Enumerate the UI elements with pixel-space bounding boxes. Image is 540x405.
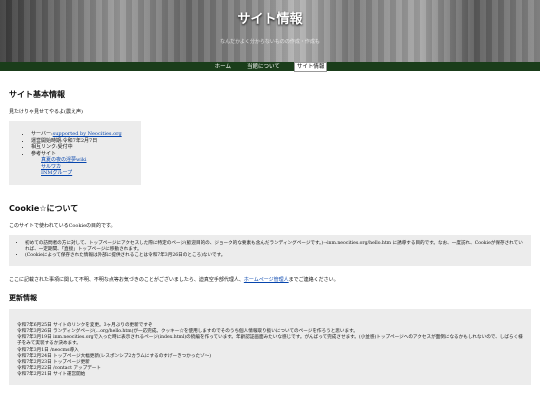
basic-info-heading: サイト基本情報 (9, 90, 65, 99)
admin-link[interactable]: ホームページ管理人 (244, 277, 289, 283)
page-title: サイト情報 (237, 12, 303, 27)
ref-link-saruwaka[interactable]: サルワカ (41, 164, 61, 170)
ref-link-inm-group[interactable]: INMグループ (41, 170, 72, 176)
cookie-box: 初めての訪問者の方に対して、トップページにアクセスした際に特定のページ(歓迎目的… (9, 234, 531, 266)
server-link[interactable]: supported by Neocities.org (53, 131, 122, 137)
main-content: サイト基本情報 見たけりゃ見せてやるよ(震え声) サーバー:supported … (0, 89, 540, 385)
ref-link-inm-wiki[interactable]: 真夏の夜の淫夢wiki (41, 157, 87, 163)
update-line: 令和7年3月19日 inm.neocities.orgで入った時に表示されるペー… (17, 335, 523, 347)
server-item: サーバー:supported by Neocities.org (31, 131, 129, 138)
cookie-intro: このサイトで使われているCookieの目的です。 (9, 222, 116, 229)
header-banner: サイト情報 なんだかよく分からないものの作成・作成も (0, 0, 540, 62)
nav-home[interactable]: ホーム (213, 63, 233, 71)
basic-info-intro: 見たけりゃ見せてやるよ(震え声) (9, 109, 83, 115)
nav-site-info[interactable]: サイト情報 (293, 61, 328, 72)
cookie-heading: Cookie☆について (9, 203, 79, 213)
header-subtitle: なんだかよく分からないものの作成・作成も (220, 39, 320, 45)
cookie-item: (Cookieによって保存された情報は外部に提供されることは令和7年3月26日の… (25, 253, 523, 259)
nav-about[interactable]: 当館について (245, 63, 282, 71)
basic-info-box: サーバー:supported by Neocities.org 運営開始時期:令… (9, 121, 141, 185)
contact-text: ここに記載された事項に関して不明、不明な点等お気づきのことがございましたら、迫真… (9, 276, 339, 283)
updates-heading: 更新情報 (9, 293, 37, 302)
nav-bar: ホーム 当館について サイト情報 (0, 61, 540, 72)
cookie-item: 初めての訪問者の方に対して、トップページにアクセスした際に特定のページ(歓迎目的… (25, 241, 523, 254)
update-line: 令和7年2月21日 サイト運営開始 (17, 372, 86, 378)
updates-box: 令和7年6月25日 サイトのリンクを変更。3ヶ月ぶりの更新ですぞ 令和7年3月2… (9, 308, 531, 385)
reference-sites-item: 参考サイト 真夏の夜の淫夢wiki サルワカ INMグループ (31, 151, 129, 177)
